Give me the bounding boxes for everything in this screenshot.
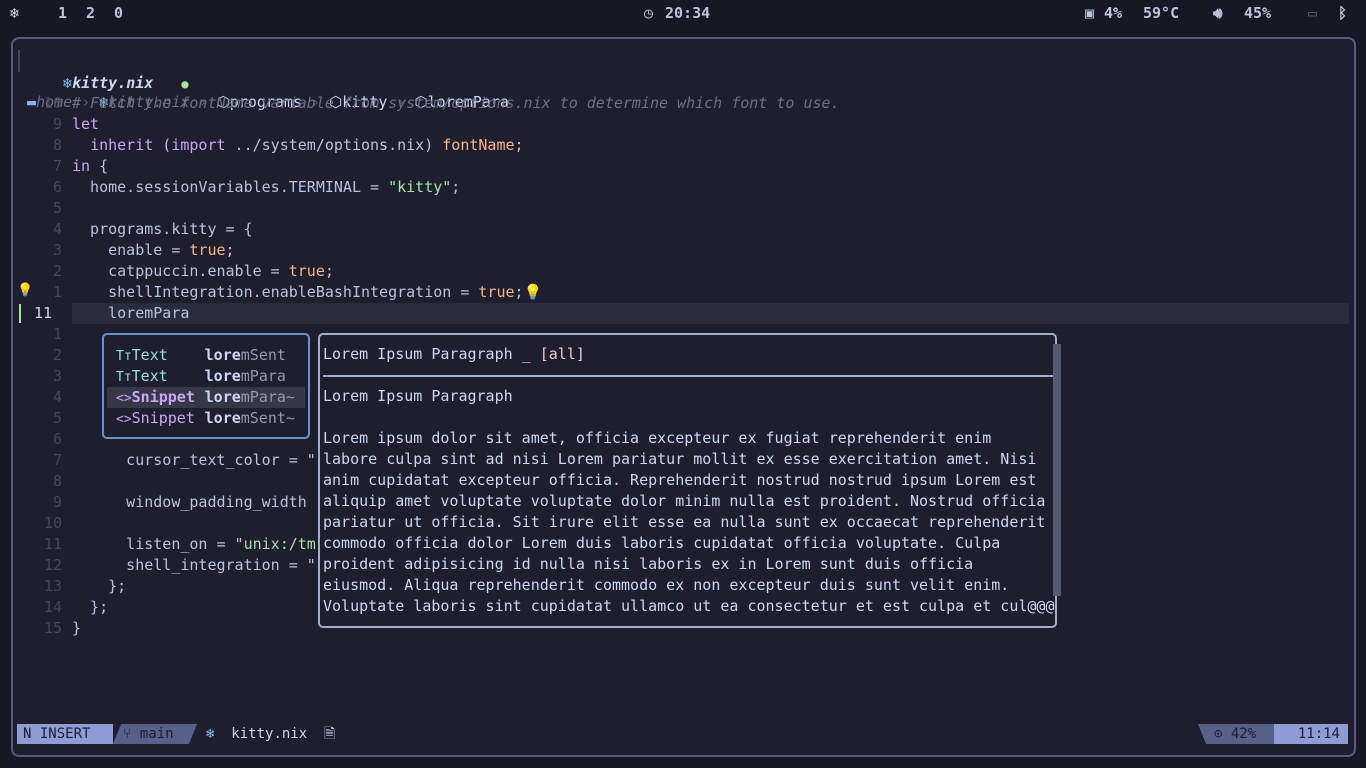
temperature: 59°C: [1143, 4, 1180, 22]
line-number: 11: [43, 535, 62, 553]
snippet-kind-icon: <>: [116, 391, 132, 406]
line-number: 3: [52, 241, 62, 259]
completion-item[interactable]: TтText loremPara: [116, 366, 286, 387]
clock-icon: ◷: [644, 4, 654, 22]
line-number: 5: [52, 199, 62, 217]
doc-line: proident adipisicing id nulla nisi labor…: [323, 555, 974, 573]
text-kind-icon: Tт: [116, 370, 132, 385]
speaker-icon[interactable]: 🔊︎: [1213, 4, 1222, 22]
clock: 20:34: [665, 4, 711, 22]
doc-line: commodo officia dolor Lorem duis laboris…: [323, 534, 1001, 552]
line-number: 15: [43, 619, 62, 637]
line-number: 8: [52, 472, 62, 490]
line-number: 1: [52, 325, 62, 343]
doc-line: anim cupidatat excepteur officia. Repreh…: [323, 471, 1037, 489]
neovim-icon: N: [23, 726, 32, 742]
completion-item[interactable]: <>Snippet loremPara~: [107, 387, 305, 408]
code-line[interactable]: enable = true;: [72, 240, 234, 261]
code-line[interactable]: cursor_text_color = ": [72, 450, 316, 471]
code-line[interactable]: window_padding_width: [72, 492, 307, 513]
snippet-kind-icon: <>: [116, 412, 132, 427]
network-disconnected-icon[interactable]: ▭: [1308, 4, 1317, 22]
nix-snowflake-icon[interactable]: ❄: [10, 4, 19, 22]
code-line[interactable]: loremPara: [72, 303, 189, 324]
git-branch-icon: ⑂: [123, 726, 132, 742]
mode-indicator: N INSERT: [17, 724, 113, 744]
text-kind-icon: Tт: [116, 349, 132, 364]
line-number: 6: [52, 430, 62, 448]
workspace-2[interactable]: 2: [86, 4, 95, 22]
current-line-highlight: [72, 303, 1349, 324]
completion-doc: Lorem Ipsum Paragraph _ [all] Lorem Ipsu…: [318, 333, 1061, 628]
line-number: 13: [43, 577, 62, 595]
nix-snowflake-icon: ❄: [206, 726, 215, 742]
code-line[interactable]: };: [72, 576, 126, 597]
code-line[interactable]: };: [72, 597, 108, 618]
git-branch[interactable]: ⑂ main: [113, 724, 197, 744]
code-line[interactable]: catppuccin.enable = true;: [72, 261, 334, 282]
line-number: 9: [52, 493, 62, 511]
line-number: 3: [52, 367, 62, 385]
doc-line: pariatur ut officia. Sit irure elit esse…: [323, 513, 1046, 531]
code-line[interactable]: in {: [72, 156, 108, 177]
code-line[interactable]: home.sessionVariables.TERMINAL = "kitty"…: [72, 177, 460, 198]
line-number: 14: [43, 598, 62, 616]
line-number: 10: [43, 514, 62, 532]
line-number: 2: [52, 346, 62, 364]
line-number: 4: [52, 220, 62, 238]
line-number: 7: [52, 451, 62, 469]
completion-item[interactable]: <>Snippet loremSent~: [116, 408, 295, 429]
code-line[interactable]: listen_on = "unix:/tm: [72, 534, 316, 555]
line-number: 9: [52, 115, 62, 133]
line-number: 12: [43, 556, 62, 574]
breadcrumb: ▬home › ❄kitty.nix › ⬡programs › ⬡kitty …: [27, 93, 509, 111]
cpu-usage: 4%: [1104, 4, 1123, 22]
code-line[interactable]: let: [72, 114, 99, 135]
code-line[interactable]: # Fetch the fontName variable from syste…: [72, 93, 840, 114]
doc-line: Lorem ipsum dolor sit amet, officia exce…: [323, 429, 992, 447]
code-line[interactable]: programs.kitty = {: [72, 219, 253, 240]
code-line[interactable]: }: [72, 618, 81, 639]
line-number: 5: [52, 409, 62, 427]
top-bar: ❄ 1 2 0 ◷ 20:34 ▣ 4% 59°C 🔊︎ 45% ▭ ᛒ: [0, 0, 1366, 26]
line-number: 11: [33, 304, 52, 322]
doc-line: Voluptate laboris sint cupidatat ullamco…: [323, 597, 1055, 615]
filename: ❄ kitty.nix 🗎: [206, 726, 336, 742]
code-line[interactable]: shellIntegration.enableBashIntegration =…: [72, 282, 542, 303]
lightbulb-icon[interactable]: 💡: [17, 283, 33, 298]
line-number: 6: [52, 178, 62, 196]
line-number: 2: [52, 262, 62, 280]
doc-line: aliquip amet voluptate voluptate dolor m…: [323, 492, 1046, 510]
workspace-0[interactable]: 0: [114, 4, 123, 22]
doc-line: labore culpa sint ad nisi Lorem pariatur…: [323, 450, 1037, 468]
cursor-position: 11:14: [1274, 724, 1348, 744]
bluetooth-icon[interactable]: ᛒ: [1338, 4, 1347, 22]
workspace-1[interactable]: 1: [58, 4, 67, 22]
tab-kitty-nix[interactable]: ❄kitty.nix ●: [18, 50, 189, 92]
line-number: 8: [52, 136, 62, 154]
doc-heading: Lorem Ipsum Paragraph: [323, 387, 513, 405]
scroll-progress: ⊙ 42%: [1198, 724, 1274, 744]
line-number: 4: [52, 388, 62, 406]
code-line[interactable]: inherit (import ../system/options.nix) f…: [72, 135, 524, 156]
completion-item[interactable]: TтText loremSent: [116, 345, 286, 366]
code-line[interactable]: shell_integration = ": [72, 555, 316, 576]
line-number: 7: [52, 157, 62, 175]
volume[interactable]: 45%: [1244, 4, 1271, 22]
divider: [323, 375, 1053, 377]
doc-line: eiusmod. Aliqua reprehenderit commodo ex…: [323, 576, 1010, 594]
completion-menu: TтText loremSent TтText loremPara <>Snippet l…: [102, 333, 310, 439]
scrollbar[interactable]: [1053, 344, 1061, 596]
location-icon: ⊙: [1214, 726, 1223, 742]
line-number: 10: [43, 94, 62, 112]
cpu-icon: ▣: [1085, 4, 1095, 22]
file-icon: 🗎: [324, 726, 336, 742]
